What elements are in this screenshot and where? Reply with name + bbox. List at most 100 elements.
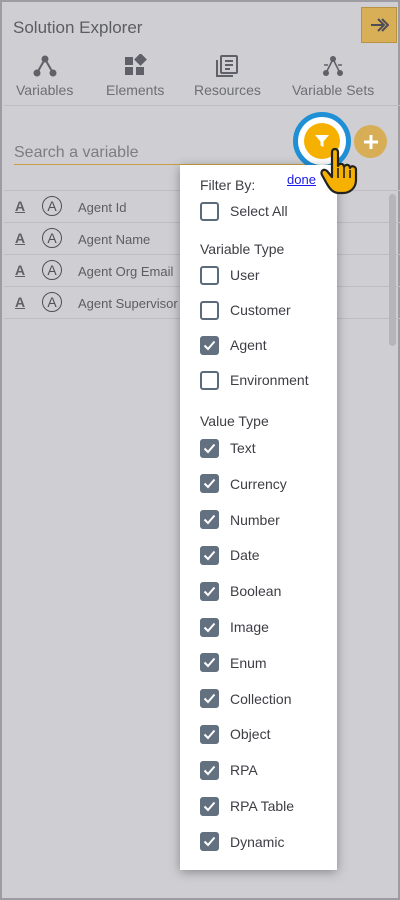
tab-elements[interactable]: Elements [106,54,164,98]
filter-option[interactable]: Currency [200,474,287,494]
select-all-checkbox[interactable] [200,201,219,221]
option-checkbox[interactable] [200,796,219,816]
option-label: Dynamic [230,833,285,850]
option-checkbox[interactable] [200,581,219,601]
option-label: RPA Table [230,798,295,814]
elements-icon [125,54,148,75]
option-checkbox[interactable] [200,545,219,565]
checkmark-icon [203,658,216,668]
filter-option[interactable]: Environment [200,370,309,390]
tab-bar: Variables Elements Resources Variable Se… [4,48,400,106]
variable-sets-icon [323,56,344,76]
option-label: Currency [230,475,287,492]
tab-resources[interactable]: Resources [194,54,261,98]
tab-label: Variables [16,82,74,98]
filter-option[interactable]: Boolean [200,581,281,601]
checkmark-icon [203,801,216,811]
agent-badge-icon: A [42,260,62,280]
checkmark-icon [203,693,216,704]
checkmark-icon [203,550,216,561]
value-type-heading: Value Type [200,413,269,429]
option-label: Object [230,726,271,743]
text-type-icon: A [15,262,26,278]
filter-option[interactable]: Object [200,724,270,744]
list-scrollbar[interactable] [389,194,396,346]
filter-option[interactable]: Collection [200,689,291,709]
checkmark-icon [203,729,216,740]
checkmark-icon [203,622,216,632]
text-type-icon: A [15,230,26,246]
filter-option[interactable]: RPA [200,760,258,780]
filter-option[interactable]: Enum [200,653,267,673]
option-label: Image [230,619,269,635]
checkmark-icon [203,443,216,453]
variable-type-heading: Variable Type [200,241,285,257]
filter-option[interactable]: Text [200,438,256,458]
option-checkbox[interactable] [200,265,219,285]
option-checkbox[interactable] [200,617,219,637]
agent-badge-icon: A [42,196,62,216]
panel-title: Solution Explorer [13,18,143,37]
title-bar: Solution Explorer [4,4,400,48]
option-checkbox[interactable] [200,370,219,390]
option-checkbox[interactable] [200,300,219,320]
checkmark-icon [203,514,216,525]
option-checkbox[interactable] [200,832,219,852]
option-label: RPA [230,762,258,779]
option-checkbox[interactable] [200,510,219,530]
resources-icon [216,55,239,77]
filter-option[interactable]: Date [200,545,260,565]
variables-icon [33,55,57,77]
variable-label: Agent Org Email [78,264,174,279]
tab-label: Resources [194,82,261,98]
option-label: Number [230,511,280,528]
option-checkbox[interactable] [200,653,219,673]
filter-option[interactable]: Customer [200,300,291,320]
option-label: Collection [230,690,292,707]
filter-option[interactable]: Number [200,510,280,530]
filter-by-heading: Filter By: [200,177,256,193]
option-checkbox[interactable] [200,689,219,709]
filter-option[interactable]: Image [200,617,269,637]
option-checkbox[interactable] [200,438,219,458]
tab-label: Elements [106,82,165,98]
filter-option[interactable]: Dynamic [200,832,284,852]
filter-option[interactable]: Agent [200,335,267,355]
checkmark-icon [203,765,216,776]
agent-badge-icon: A [42,292,62,312]
option-checkbox[interactable] [200,724,219,744]
checkmark-icon [203,837,216,847]
option-checkbox[interactable] [200,474,219,494]
option-label: Date [230,547,260,564]
text-type-icon: A [15,294,26,310]
agent-badge-icon: A [42,228,62,248]
plus-icon [363,134,378,149]
filter-option[interactable]: RPA Table [200,796,294,816]
text-type-icon: A [15,198,26,214]
option-label: Select All [230,203,288,219]
option-label: Text [230,440,256,456]
option-label: Environment [230,372,309,388]
option-label: User [230,267,260,283]
option-label: Agent [230,337,267,353]
option-label: Boolean [230,583,282,600]
hand-pointer-icon [320,147,358,195]
filter-option[interactable]: User [200,265,260,285]
option-label: Enum [230,654,267,671]
collapse-panel-button[interactable] [361,7,397,43]
option-label: Customer [230,302,291,318]
done-link[interactable]: done [287,172,316,187]
checkmark-icon [203,479,216,489]
search-input[interactable] [14,142,304,164]
tab-variables[interactable]: Variables [16,54,73,98]
variable-label: Agent Supervisor [78,296,178,311]
option-checkbox[interactable] [200,335,219,355]
variable-label: Agent Name [78,232,151,247]
checkmark-icon [203,340,216,350]
tab-variable-sets[interactable]: Variable Sets [292,54,374,98]
select-all-option[interactable]: Select All [200,201,288,221]
double-arrow-right-icon [371,18,389,32]
option-checkbox[interactable] [200,760,219,780]
tab-label: Variable Sets [292,82,375,98]
variable-label: Agent Id [78,200,127,215]
